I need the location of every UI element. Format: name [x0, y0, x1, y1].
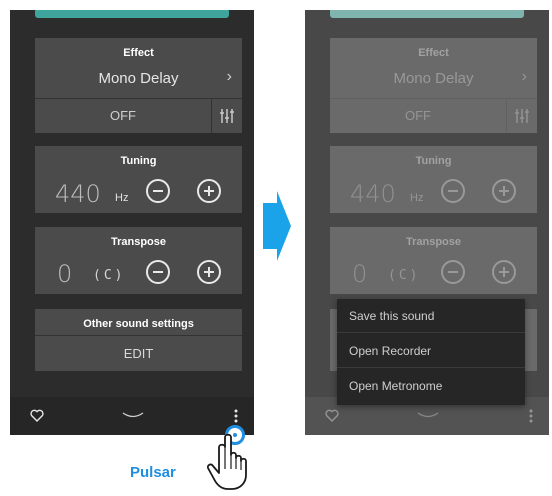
other-settings-card: Other sound settings EDIT — [35, 309, 242, 371]
menu-item-open-metronome[interactable]: Open Metronome — [337, 369, 525, 403]
tuning-increase-button[interactable] — [197, 179, 221, 203]
transpose-card: Transpose 0 (C) — [35, 227, 242, 294]
tuning-title: Tuning — [120, 155, 157, 167]
effect-title: Effect — [123, 47, 154, 59]
divider — [211, 99, 212, 133]
effect-settings-icon[interactable] — [218, 107, 236, 125]
tuning-card: Tuning 440 Hz — [35, 146, 242, 213]
top-strip — [35, 10, 229, 18]
transpose-value: 0 — [57, 260, 73, 288]
app-screen-after: Effect Mono Delay › OFF Tuning 440 Hz Tr… — [305, 10, 549, 435]
menu-item-open-recorder[interactable]: Open Recorder — [337, 334, 525, 368]
arrow-right-icon — [263, 191, 291, 261]
transpose-key: (C) — [93, 268, 126, 283]
effect-card: Effect Mono Delay › OFF — [35, 38, 242, 133]
transpose-increase-button[interactable] — [197, 260, 221, 284]
hand-pointer-icon — [206, 433, 247, 490]
transpose-decrease-button[interactable] — [146, 260, 170, 284]
instruction-label: Pulsar — [130, 464, 176, 481]
effect-value[interactable]: Mono Delay — [35, 70, 242, 87]
divider — [35, 335, 242, 336]
edit-button[interactable]: EDIT — [35, 346, 242, 361]
other-settings-title: Other sound settings — [83, 318, 194, 330]
tuning-unit: Hz — [115, 192, 129, 204]
transpose-title: Transpose — [110, 236, 167, 248]
chevron-right-icon[interactable]: › — [227, 68, 232, 86]
options-menu: Save this sound Open Recorder Open Metro… — [337, 299, 525, 405]
tuning-value: 440 — [55, 180, 101, 208]
more-options-icon[interactable] — [233, 408, 239, 424]
effect-off-toggle[interactable]: OFF — [35, 108, 211, 123]
heart-icon[interactable] — [30, 409, 44, 422]
bottom-bar — [10, 397, 254, 435]
tuning-decrease-button[interactable] — [146, 179, 170, 203]
app-screen-before: Effect Mono Delay › OFF Tuning 440 Hz Tr… — [10, 10, 254, 435]
chevron-down-icon[interactable] — [122, 412, 144, 420]
menu-item-save-sound[interactable]: Save this sound — [337, 299, 525, 333]
